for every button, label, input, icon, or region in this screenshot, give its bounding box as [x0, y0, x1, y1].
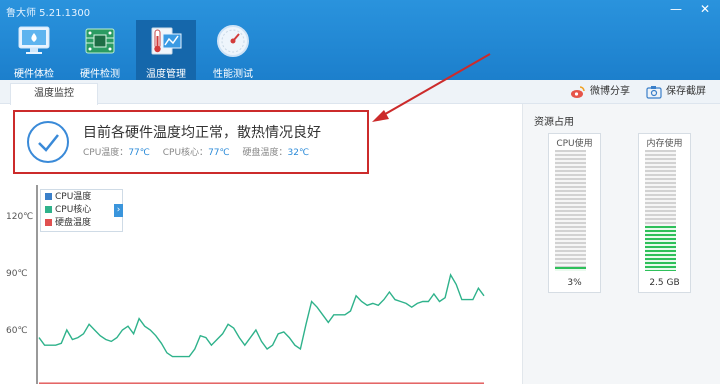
cpu-temp-label: CPU温度：: [83, 148, 129, 158]
series-line-1: [38, 273, 485, 358]
memory-usage-label: 内存使用: [646, 139, 683, 149]
chart-legend: CPU温度 CPU核心 硬盘温度: [40, 189, 123, 232]
disk-temp-value: 32℃: [287, 148, 310, 158]
status-metrics: CPU温度：77℃ CPU核心：77℃ 硬盘温度：32℃: [83, 145, 319, 158]
app-window: 鲁大师 5.21.1300 — ✕ 硬件体检 硬件检测 温度管理 性能测试 温度…: [0, 0, 720, 384]
cpu-core-value: 77℃: [208, 148, 230, 158]
memory-usage-bar: [645, 150, 676, 271]
cpu-temp-value: 77℃: [128, 148, 150, 158]
legend-item-cpu-temp[interactable]: CPU温度: [45, 191, 91, 204]
legend-item-cpu-core[interactable]: CPU核心: [45, 204, 91, 217]
cpu-usage-meter: CPU使用 3%: [548, 133, 601, 293]
y-tick-label: 60℃: [6, 326, 28, 336]
cpu-usage-fill: [555, 267, 586, 271]
cpu-core-label: CPU核心：: [162, 148, 209, 158]
cpu-usage-value: 3%: [567, 278, 582, 288]
resource-usage-title: 资源占用: [534, 117, 574, 128]
status-message: 目前各硬件温度均正常，散热情况良好: [83, 125, 321, 141]
temperature-status-panel: 目前各硬件温度均正常，散热情况良好 CPU温度：77℃ CPU核心：77℃ 硬盘…: [13, 110, 369, 174]
legend-item-disk-temp[interactable]: 硬盘温度: [45, 217, 91, 230]
y-tick-label: 90℃: [6, 269, 28, 279]
memory-usage-fill: [645, 226, 676, 271]
legend-collapse-button[interactable]: ›: [114, 204, 123, 217]
check-circle-icon: [27, 121, 69, 163]
memory-usage-value: 2.5 GB: [649, 278, 680, 288]
cpu-usage-label: CPU使用: [556, 139, 593, 149]
disk-temp-label: 硬盘温度：: [242, 148, 288, 158]
cpu-usage-bar: [555, 150, 586, 271]
memory-usage-meter: 内存使用 2.5 GB: [638, 133, 691, 293]
y-tick-label: 120℃: [6, 212, 33, 222]
resource-usage-panel: 资源占用 CPU使用 3% 内存使用 2.5 GB: [522, 104, 720, 384]
